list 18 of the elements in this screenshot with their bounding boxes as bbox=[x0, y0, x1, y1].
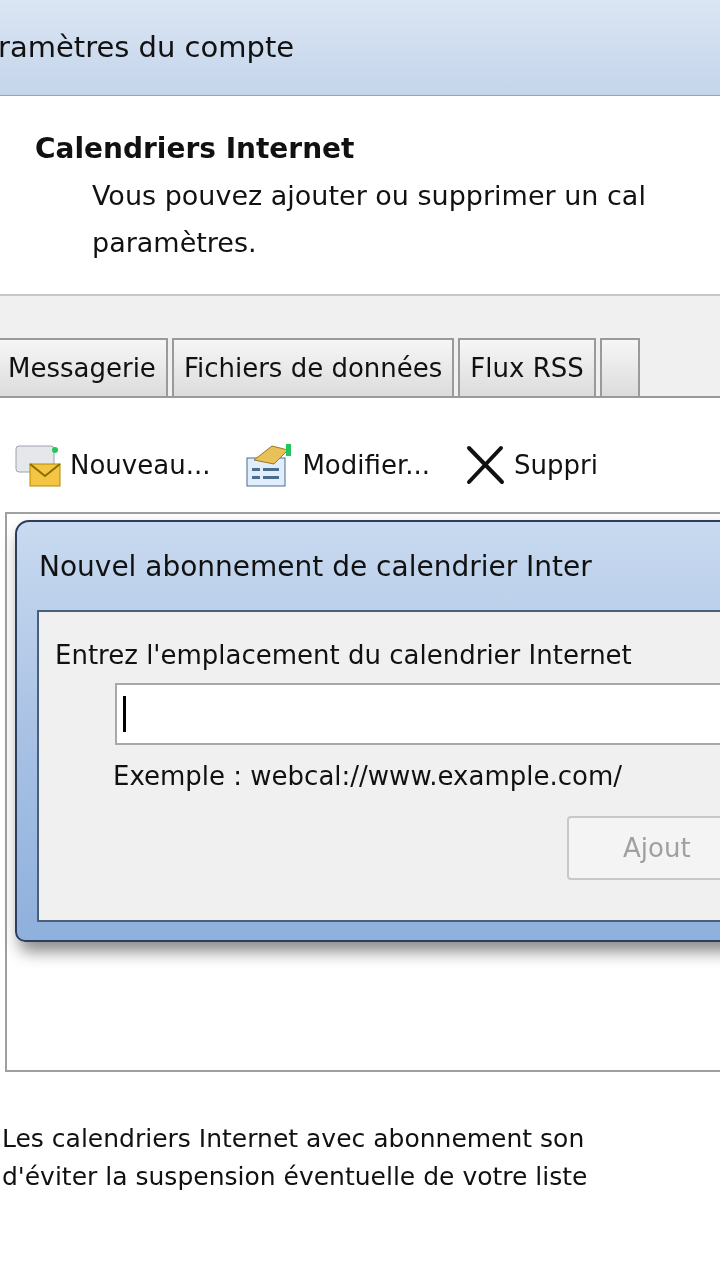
tab[interactable]: Fichiers de données bbox=[171, 338, 455, 396]
window-title: ramètres du compte bbox=[0, 28, 295, 66]
description-text: paramètres. bbox=[92, 226, 258, 260]
toolbar-button[interactable]: Nouveau... bbox=[12, 440, 211, 490]
partial-tab[interactable] bbox=[599, 338, 640, 396]
prompt-label: Entrez l'emplacement du calendrier Internet bbox=[55, 639, 633, 672]
section-title: Calendriers Internet bbox=[35, 131, 356, 167]
info-text: Les calendriers Internet avec abonnement son bbox=[2, 1123, 586, 1155]
tab[interactable]: Messagerie bbox=[0, 338, 168, 396]
info-text: d'éviter la suspension éventuelle de votre liste bbox=[2, 1161, 589, 1193]
toolbar-button[interactable]: Modifier... bbox=[244, 440, 430, 490]
tab[interactable]: Flux RSS bbox=[458, 338, 596, 396]
toolbar-button[interactable]: Suppri bbox=[464, 444, 598, 486]
dialog-title: Nouvel abonnement de calendrier Inter bbox=[39, 549, 593, 585]
description-text: Vous pouvez ajouter ou supprimer un cal bbox=[92, 179, 647, 213]
close-icon bbox=[464, 444, 506, 486]
example-text: Exemple : webcal://www.example.com/ bbox=[113, 760, 623, 793]
url-input[interactable] bbox=[115, 683, 720, 745]
